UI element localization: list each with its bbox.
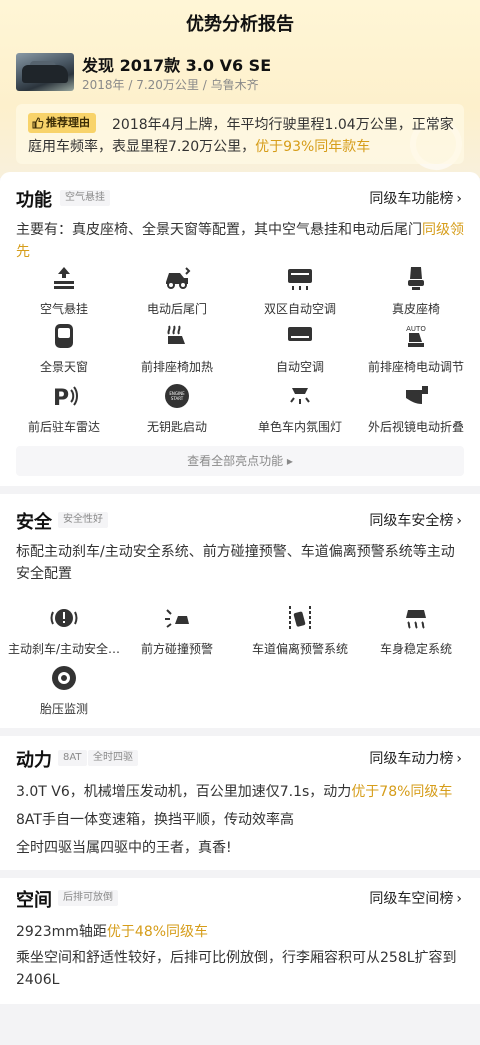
car-meta: 2018年 / 7.20万公里 / 乌鲁木齐 bbox=[82, 78, 259, 92]
features-desc: 主要有：真皮座椅、全景天窗等配置，其中空气悬挂和电动后尾门同级领先 bbox=[16, 222, 464, 260]
safety-rank-link[interactable]: 同级车安全榜 › bbox=[369, 510, 462, 530]
safety-item[interactable]: 胎压监测 bbox=[4, 664, 124, 717]
space-tag: 后排可放倒 bbox=[58, 890, 118, 906]
space-title: 空间 bbox=[16, 890, 52, 911]
feature-item[interactable]: 空气悬挂 bbox=[4, 264, 124, 317]
panoramic-sunroof-icon bbox=[55, 324, 73, 348]
power-line-2: 8AT手自一体变速箱，换挡平顺，传动效率高 bbox=[16, 812, 294, 828]
feature-item[interactable]: 单色车内氛围灯 bbox=[240, 382, 360, 435]
power-tailgate-icon bbox=[166, 267, 191, 289]
mirror-fold-icon bbox=[406, 386, 428, 404]
power-card: 动力 8AT 全时四驱 同级车动力榜 › 3.0T V6，机械增压发动机，百公里加… bbox=[0, 736, 480, 870]
auto-ac-icon bbox=[288, 327, 312, 341]
safety-tag: 安全性好 bbox=[58, 512, 108, 528]
svg-text:AUTO: AUTO bbox=[406, 325, 426, 333]
safety-title: 安全 bbox=[16, 512, 52, 533]
view-all-features-button[interactable]: 查看全部亮点功能 ▸ bbox=[16, 446, 464, 476]
seat-heating-icon bbox=[167, 325, 185, 344]
power-title: 动力 bbox=[16, 750, 52, 771]
thumbs-up-icon bbox=[32, 117, 44, 129]
keyless-start-icon: ENGINESTART bbox=[165, 384, 189, 408]
power-tag-drive: 全时四驱 bbox=[88, 750, 138, 766]
power-line-3: 全时四驱当属四驱中的王者，真香! bbox=[16, 840, 232, 856]
feature-item[interactable]: 自动空调 bbox=[240, 322, 360, 375]
dual-zone-ac-icon bbox=[288, 269, 312, 290]
chevron-right-icon: › bbox=[456, 513, 462, 529]
recommend-reason-box: 2018年4月上牌，年平均行驶里程1.04万公里，正常家庭用车频率，表显里程7.… bbox=[16, 104, 464, 164]
space-line-1: 2923mm轴距优于48%同级车 bbox=[16, 924, 209, 940]
feature-item[interactable]: 电动后尾门 bbox=[117, 264, 237, 317]
feature-item[interactable]: 双区自动空调 bbox=[240, 264, 360, 317]
car-name: 发现 2017款 3.0 V6 SE bbox=[82, 56, 272, 75]
parking-radar-icon: P bbox=[53, 386, 78, 410]
active-brake-icon bbox=[50, 609, 78, 627]
feature-item[interactable]: 外后视镜电动折叠 bbox=[356, 382, 476, 435]
power-tag-transmission: 8AT bbox=[58, 750, 87, 766]
feature-item[interactable]: 前排座椅加热 bbox=[117, 322, 237, 375]
leather-seat-icon bbox=[408, 267, 424, 290]
safety-desc: 标配主动刹车/主动安全系统、前方碰撞预警、车道偏离预警系统等主动安全配置 bbox=[16, 544, 455, 582]
safety-item[interactable]: 前方碰撞预警 bbox=[117, 604, 237, 657]
power-line-1: 3.0T V6，机械增压发动机，百公里加速仅7.1s，动力优于78%同级车 bbox=[16, 784, 453, 800]
lane-departure-icon bbox=[289, 606, 311, 630]
features-tag: 空气悬挂 bbox=[60, 190, 110, 206]
air-suspension-icon bbox=[54, 267, 74, 289]
feature-item[interactable]: AUTO 前排座椅电动调节 bbox=[356, 322, 476, 375]
ambient-light-icon bbox=[290, 388, 310, 404]
svg-text:START: START bbox=[171, 396, 184, 401]
power-seat-icon: AUTO bbox=[406, 325, 426, 347]
safety-item[interactable]: 车道偏离预警系统 bbox=[240, 604, 360, 657]
space-line-2: 乘坐空间和舒适性较好，后排可比例放倒，行李厢容积可从258L扩容到2406L bbox=[16, 950, 457, 988]
feature-item[interactable]: P 前后驻车雷达 bbox=[4, 382, 124, 435]
recommend-reason-tag: 推荐理由 bbox=[28, 113, 96, 133]
chevron-right-icon: › bbox=[456, 191, 462, 207]
svg-text:P: P bbox=[53, 386, 69, 410]
space-rank-link[interactable]: 同级车空间榜 › bbox=[369, 888, 462, 908]
features-rank-link[interactable]: 同级车功能榜 › bbox=[369, 188, 462, 208]
chevron-right-icon: › bbox=[456, 751, 462, 767]
chevron-right-icon: › bbox=[456, 891, 462, 907]
car-thumbnail[interactable] bbox=[16, 53, 74, 91]
safety-card: 安全 安全性好 同级车安全榜 › 标配主动刹车/主动安全系统、前方碰撞预警、车道偏… bbox=[0, 494, 480, 728]
feature-item[interactable]: 全景天窗 bbox=[4, 322, 124, 375]
feature-item[interactable]: ENGINE START 无钥匙启动 bbox=[117, 382, 237, 435]
features-title: 功能 bbox=[16, 190, 52, 211]
power-rank-link[interactable]: 同级车动力榜 › bbox=[369, 748, 462, 768]
safety-item[interactable]: 主动刹车/主动安全… bbox=[4, 604, 124, 657]
feature-item[interactable]: 真皮座椅 bbox=[356, 264, 476, 317]
tire-pressure-icon bbox=[52, 666, 76, 690]
stability-control-icon bbox=[406, 610, 426, 629]
features-card: 功能 空气悬挂 同级车功能榜 › 主要有：真皮座椅、全景天窗等配置，其中空气悬挂和… bbox=[0, 172, 480, 486]
safety-item[interactable]: 车身稳定系统 bbox=[356, 604, 476, 657]
page-title: 优势分析报告 bbox=[186, 14, 294, 35]
reason-highlight: 优于93%同年款车 bbox=[255, 139, 371, 155]
space-card: 空间 后排可放倒 同级车空间榜 › 2923mm轴距优于48%同级车 乘坐空间和舒… bbox=[0, 878, 480, 1004]
collision-warning-icon bbox=[165, 609, 189, 628]
